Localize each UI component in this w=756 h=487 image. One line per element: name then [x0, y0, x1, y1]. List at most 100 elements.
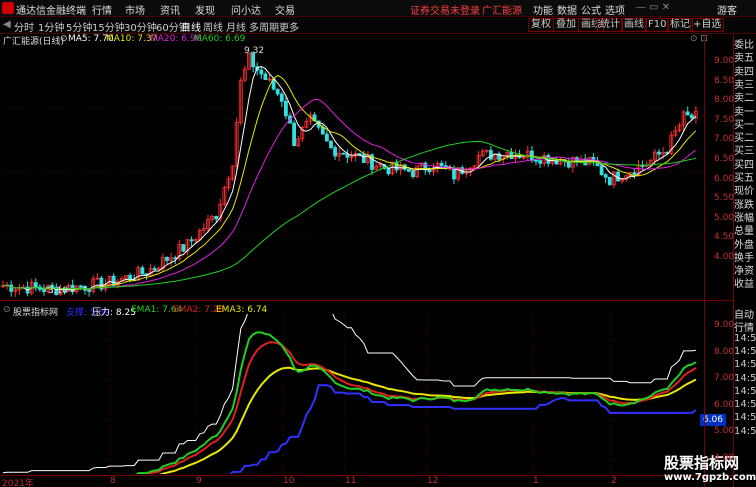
x-axis-tick: 11 — [345, 476, 357, 486]
main-y-tick: 7.50 — [714, 114, 735, 125]
main-y-tick: 8.00 — [714, 95, 735, 106]
menu-trade[interactable]: 交易 — [275, 2, 295, 17]
candle-body — [152, 268, 157, 271]
kline-chart[interactable] — [0, 44, 704, 299]
candle-body — [546, 155, 551, 164]
candle-body — [279, 93, 284, 102]
f10-button[interactable]: F10 — [645, 18, 670, 32]
candle-body — [33, 282, 38, 288]
menu-options[interactable]: 选项 — [605, 2, 625, 17]
x-axis-tick: 9 — [196, 476, 202, 486]
indicator-chart[interactable] — [0, 314, 704, 474]
tab-period-3[interactable]: 5分钟 — [66, 19, 92, 34]
candle-body — [214, 215, 219, 220]
main-y-tick: 4.00 — [714, 252, 735, 262]
side-panel-time: 14:50 — [734, 412, 756, 424]
x-axis-tick: 2 — [611, 476, 617, 486]
tab-period-more[interactable]: 更多 — [279, 19, 299, 34]
tab-period-daily[interactable]: 日线 — [181, 19, 201, 34]
candle-body — [181, 244, 186, 252]
axis-border — [704, 34, 705, 487]
menu-data[interactable]: 数据 — [557, 2, 577, 17]
candle-body — [657, 151, 661, 155]
candle-body — [320, 126, 325, 135]
menu-discover[interactable]: 发现 — [195, 2, 215, 17]
stats-button[interactable]: 统计 — [597, 18, 623, 32]
candle-body — [538, 160, 542, 164]
candle-body — [427, 169, 432, 173]
main-y-tick: 5.50 — [714, 193, 735, 204]
main-y-tick: 9.00 — [714, 56, 735, 66]
candle-body — [386, 168, 391, 175]
period-toolbar: ◀ 分时 1分钟 5分钟 15分钟 30分钟 60分钟 日线 周线 月线 多周期… — [0, 17, 756, 34]
menu-quotes[interactable]: 行情 — [92, 2, 112, 17]
candle-body — [411, 170, 415, 177]
candle-body — [452, 167, 456, 180]
candle-body — [632, 172, 637, 176]
side-panel-time: 14:50 — [734, 399, 756, 411]
side-panel-time: 14:50 — [734, 372, 756, 384]
chevron-left-icon[interactable]: ◀ — [3, 19, 11, 30]
indicator-line — [139, 341, 697, 474]
window-controls-icon[interactable]: — ▭ ✕ — [636, 2, 670, 13]
indicator-y-tick: 5.00 — [714, 426, 735, 436]
tab-period-1[interactable]: 分时 — [14, 19, 34, 34]
tab-period-weekly[interactable]: 周线 — [203, 19, 223, 34]
side-panel-time: 14:50 — [734, 385, 756, 397]
side-panel-time: 14:50 — [734, 359, 756, 371]
candle-body — [361, 154, 366, 163]
indicator-y-tick: 8.00 — [714, 346, 735, 357]
candle-body — [140, 267, 145, 275]
candle-body — [87, 289, 91, 292]
indicator-y-tick: 7.00 — [714, 373, 735, 383]
ma-line — [2, 98, 697, 290]
candle-body — [685, 111, 690, 116]
x-axis-tick: 1 — [533, 476, 539, 486]
indicator-y-tick: 6.00 — [714, 399, 735, 410]
candle-body — [329, 140, 333, 148]
tab-period-monthly[interactable]: 月线 — [226, 19, 246, 34]
login-notice[interactable]: 证券交易未登录 — [410, 2, 480, 17]
side-panel-time: 14:50 — [734, 345, 756, 357]
menu-market[interactable]: 市场 — [125, 2, 145, 17]
main-y-tick: 8.50 — [714, 75, 735, 86]
zoom-icon[interactable]: ⊙ ⊡ — [690, 34, 708, 44]
fuquan-button[interactable]: 复权 — [528, 18, 554, 32]
candle-body — [341, 152, 346, 155]
tab-period-2[interactable]: 1分钟 — [38, 19, 64, 34]
candle-body — [406, 168, 411, 172]
app-logo-icon — [2, 2, 14, 14]
tab-period-4[interactable]: 15分钟 — [92, 19, 125, 34]
candle-body — [283, 100, 288, 117]
side-panel-time: 14:50 — [734, 425, 756, 437]
menu-function[interactable]: 功能 — [533, 2, 553, 17]
candle-body — [534, 160, 538, 162]
main-y-tick: 5.00 — [714, 212, 735, 223]
candle-body — [259, 69, 264, 75]
indicator-y-tick: 9.00 — [714, 320, 735, 330]
tab-period-5[interactable]: 30分钟 — [124, 19, 157, 34]
settings-icon[interactable]: ⊙ — [60, 34, 68, 44]
overlay-button[interactable]: 叠加 — [553, 18, 579, 32]
side-panel-label: 收益 — [734, 279, 754, 291]
main-y-tick: 6.50 — [714, 154, 735, 164]
menu-formula[interactable]: 公式 — [581, 2, 601, 17]
stock-notice[interactable]: 广汇能源 — [482, 2, 522, 17]
guest-label[interactable]: 游客 — [717, 2, 737, 17]
candle-body — [165, 257, 169, 261]
x-axis-tick: 12 — [427, 476, 439, 486]
menu-bar: 通达信金融终端 行情 市场 资讯 发现 问小达 交易 证券交易未登录 广汇能源 … — [0, 0, 756, 17]
candle-body — [42, 289, 46, 293]
menu-news[interactable]: 资讯 — [160, 2, 180, 17]
indicator-line — [135, 331, 697, 474]
candle-body — [9, 284, 14, 292]
main-y-tick: 6.00 — [714, 173, 735, 184]
menu-xiaoda[interactable]: 问小达 — [231, 2, 261, 17]
x-axis-tick: 10 — [283, 476, 295, 486]
drawline-button[interactable]: 画线 — [621, 18, 647, 32]
add-favorite-button[interactable]: +自选 — [690, 18, 725, 32]
main-y-tick: 4.50 — [714, 232, 735, 243]
tab-period-multi[interactable]: 多周期 — [249, 19, 279, 34]
candle-body — [292, 122, 297, 146]
candle-body — [439, 162, 444, 167]
